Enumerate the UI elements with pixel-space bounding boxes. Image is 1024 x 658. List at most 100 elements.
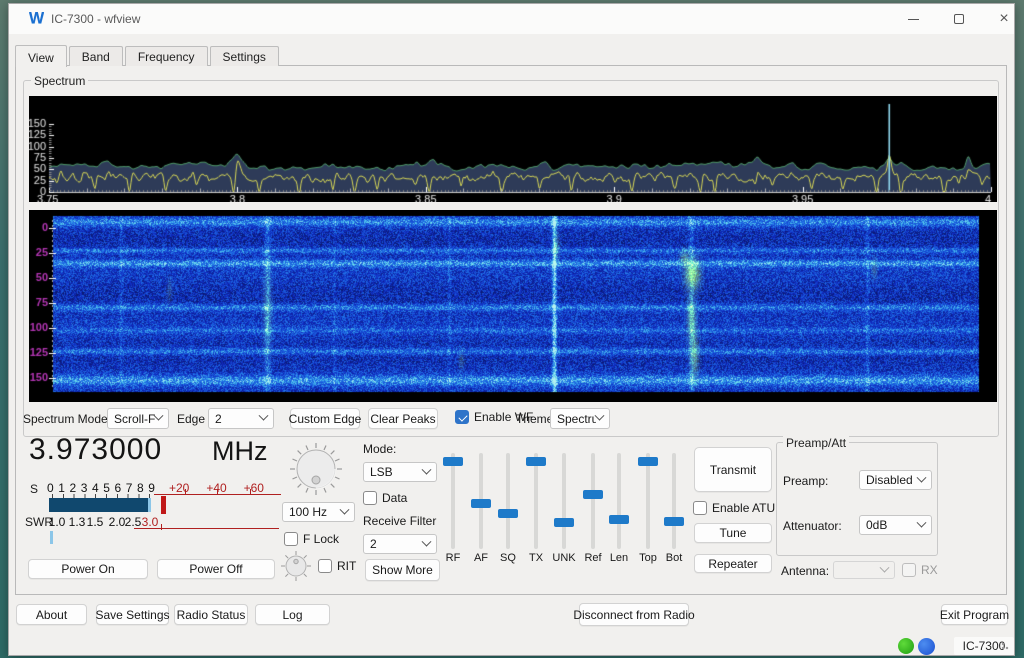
chevron-down-icon — [422, 464, 432, 474]
slider-handle[interactable] — [498, 509, 518, 518]
slider-track — [562, 453, 566, 549]
receive-filter-select[interactable]: 2 — [363, 534, 437, 554]
about-button[interactable]: About — [16, 604, 87, 625]
minimize-button[interactable] — [893, 4, 933, 34]
slider-label: Bot — [661, 552, 687, 564]
s-red-tick — [217, 489, 218, 494]
s-scale-digit: 4 — [92, 481, 99, 495]
slider-handle[interactable] — [609, 515, 629, 524]
s-meter-scale: 0123456789 — [47, 481, 155, 495]
frequency-display[interactable]: 3.973000 — [29, 433, 162, 467]
enable-atu-checkbox[interactable]: Enable ATU — [693, 501, 775, 515]
log-button[interactable]: Log — [255, 604, 330, 625]
antenna-select[interactable] — [833, 561, 895, 579]
slider-top[interactable]: Top — [635, 450, 661, 568]
slider-handle[interactable] — [471, 499, 491, 508]
rit-knob[interactable] — [280, 550, 312, 582]
rx-antenna-checkbox[interactable]: RX — [902, 563, 938, 577]
slider-handle[interactable] — [443, 457, 463, 466]
slider-track — [591, 453, 595, 549]
transmit-button[interactable]: Transmit — [694, 447, 772, 492]
s-scale-digit: 7 — [126, 481, 133, 495]
slider-label: SQ — [495, 552, 521, 564]
slider-tx[interactable]: TX — [523, 450, 549, 568]
tab-band[interactable]: Band — [69, 46, 123, 66]
spectrum-mode-select[interactable]: Scroll-F — [107, 408, 169, 429]
power-off-button[interactable]: Power Off — [157, 559, 275, 579]
s-scale-digit: 8 — [137, 481, 144, 495]
tune-button[interactable]: Tune — [694, 523, 772, 543]
frequency-unit: MHz — [212, 436, 268, 467]
slider-bot[interactable]: Bot — [661, 450, 687, 568]
disconnect-button[interactable]: Disconnect from Radio — [579, 603, 689, 626]
title-bar[interactable]: W IC-7300 - wfview × — [9, 4, 1014, 34]
rx-status-indicator — [898, 638, 914, 654]
slider-ref[interactable]: Ref — [580, 450, 606, 568]
mode-select[interactable]: LSB — [363, 462, 437, 482]
s-scale-red-digit: +60 — [244, 481, 264, 495]
slider-rf[interactable]: RF — [440, 450, 466, 568]
f-lock-checkbox[interactable]: F Lock — [284, 532, 339, 546]
clear-peaks-button[interactable]: Clear Peaks — [368, 408, 438, 429]
slider-handle[interactable] — [554, 518, 574, 527]
data-mode-checkbox[interactable]: Data — [363, 491, 407, 505]
attenuator-select[interactable]: 0dB — [859, 515, 932, 535]
custom-edge-button[interactable]: Custom Edge — [290, 408, 360, 429]
tab-frequency[interactable]: Frequency — [125, 46, 208, 66]
swr-scale-digit: 2.0 — [109, 515, 126, 529]
spectrum-group-label: Spectrum — [31, 74, 88, 88]
slider-handle[interactable] — [664, 517, 684, 526]
preamp-att-groupbox — [776, 442, 938, 556]
close-button[interactable]: × — [984, 4, 1024, 34]
theme-select[interactable]: Spectrum — [550, 408, 610, 429]
slider-handle[interactable] — [526, 457, 546, 466]
edge-label: Edge — [177, 412, 205, 426]
s-red-tick — [185, 489, 186, 494]
s-scale-digit: 2 — [70, 481, 77, 495]
slider-af[interactable]: AF — [468, 450, 494, 568]
checkbox-icon — [363, 491, 377, 505]
checkbox-icon — [693, 501, 707, 515]
connection-status-indicator — [918, 638, 935, 655]
checkbox-icon — [318, 559, 332, 573]
slider-sq[interactable]: SQ — [495, 450, 521, 568]
maximize-button[interactable] — [939, 4, 979, 34]
slider-handle[interactable] — [638, 457, 658, 466]
repeater-button[interactable]: Repeater — [694, 554, 772, 573]
preamp-select[interactable]: Disabled — [859, 470, 932, 490]
s-scale-digit: 0 — [47, 481, 54, 495]
spectrum-plot[interactable] — [29, 96, 997, 202]
wfview-logo-icon: W — [29, 10, 44, 28]
swr-red-tick — [161, 524, 162, 530]
knob-dimple — [294, 559, 298, 563]
power-on-button[interactable]: Power On — [28, 559, 148, 579]
slider-label: RF — [440, 552, 466, 564]
slider-label: Len — [606, 552, 632, 564]
window-title: IC-7300 - wfview — [51, 12, 140, 26]
s-scale-red-digit: +20 — [169, 481, 189, 495]
show-more-button[interactable]: Show More — [365, 559, 440, 581]
resize-grip[interactable] — [1001, 642, 1011, 652]
waterfall-display[interactable] — [29, 210, 997, 402]
s-meter-overrange-mark — [161, 496, 166, 514]
slider-unk[interactable]: UNK — [551, 450, 577, 568]
tab-view[interactable]: View — [15, 45, 67, 67]
slider-handle[interactable] — [583, 490, 603, 499]
tuning-knob[interactable] — [288, 441, 344, 497]
slider-track — [672, 453, 676, 549]
slider-label: TX — [523, 552, 549, 564]
swr-bar-marker — [50, 531, 53, 544]
save-settings-button[interactable]: Save Settings — [96, 604, 169, 625]
swr-scale-digit: 2.5 — [125, 515, 142, 529]
swr-red-line — [134, 528, 279, 529]
checkbox-checked-icon — [455, 410, 469, 424]
slider-label: AF — [468, 552, 494, 564]
tab-settings[interactable]: Settings — [210, 46, 279, 66]
slider-len[interactable]: Len — [606, 450, 632, 568]
tuning-step-select[interactable]: 100 Hz — [282, 502, 355, 522]
edge-select[interactable]: 2 — [208, 408, 274, 429]
preamp-label: Preamp: — [783, 474, 828, 488]
radio-status-button[interactable]: Radio Status — [174, 604, 248, 625]
exit-program-button[interactable]: Exit Program — [941, 604, 1008, 625]
rit-checkbox[interactable]: RIT — [318, 559, 356, 573]
